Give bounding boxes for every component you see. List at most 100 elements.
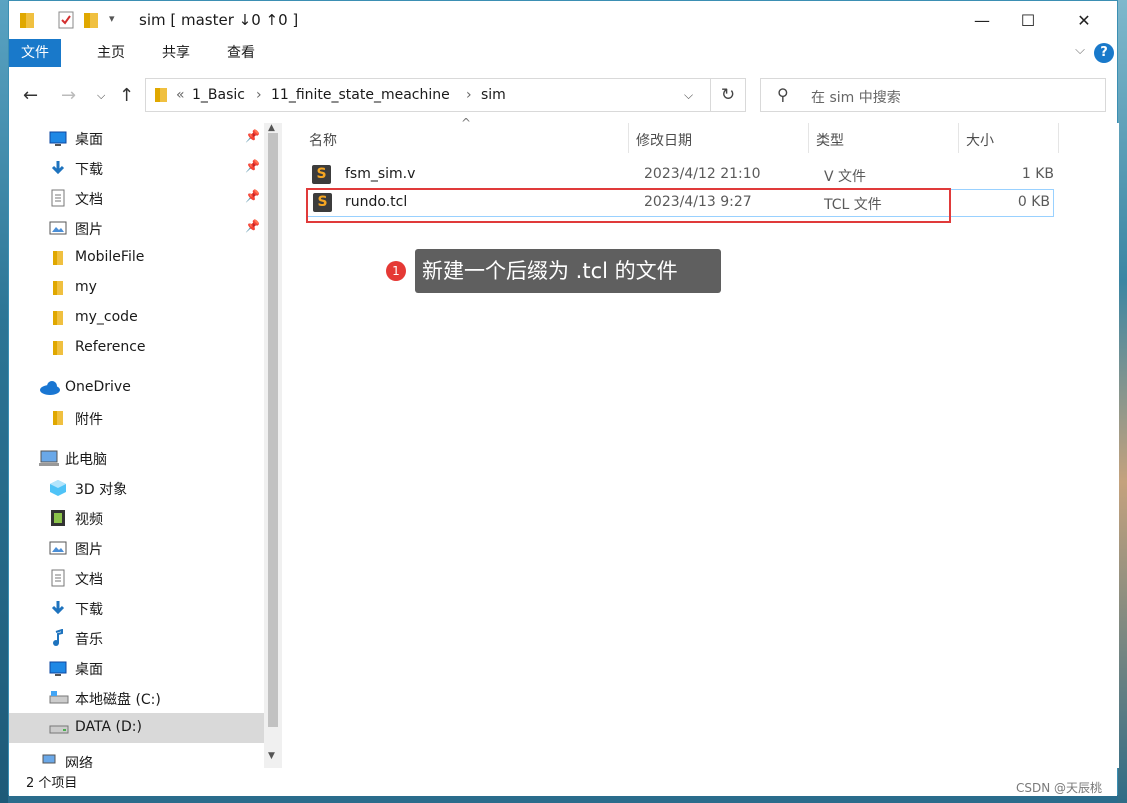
column-divider[interactable] [958, 123, 959, 153]
search-box[interactable]: ⚲ 在 sim 中搜索 [760, 78, 1106, 112]
maximize-button[interactable]: ☐ [1005, 1, 1051, 39]
tab-view[interactable]: 查看 [213, 39, 269, 67]
address-bar[interactable]: « 1_Basic › 11_finite_state_meachine › s… [145, 78, 711, 112]
address-dropdown-icon[interactable]: ⌵ [684, 88, 693, 103]
picture-icon [49, 219, 67, 237]
column-header-size[interactable]: 大小 [966, 130, 994, 150]
watermark: CSDN @天辰桃 [1015, 781, 1102, 795]
sidebar-item-label: 桌面 [75, 132, 103, 148]
sidebar-item-label: DATA (D:) [75, 719, 142, 735]
ribbon-tabs: 文件 主页 共享 查看 ⌵ ? [9, 39, 1117, 67]
sidebar-item[interactable]: 音乐 [9, 623, 264, 653]
sidebar-item[interactable]: my [9, 273, 264, 303]
sidebar-item[interactable]: 桌面 [9, 653, 264, 683]
desktop-icon [49, 659, 67, 677]
sidebar-item[interactable]: Reference [9, 333, 264, 363]
column-divider[interactable] [808, 123, 809, 153]
sidebar-item[interactable]: 此电脑 [9, 443, 264, 473]
sidebar-item-label: 附件 [75, 412, 103, 428]
refresh-button[interactable]: ↻ [710, 78, 746, 112]
refresh-icon: ↻ [720, 85, 736, 105]
explorer-window: ▾ sim [ master ↓0 ↑0 ] — ☐ ✕ 文件 主页 共享 查看… [8, 0, 1119, 796]
sidebar-item[interactable]: 桌面 📌 [9, 123, 264, 153]
quick-access-dropdown-icon[interactable]: ▾ [109, 12, 115, 25]
column-header-name[interactable]: 名称 [309, 130, 337, 150]
sidebar-item[interactable]: OneDrive [9, 373, 264, 403]
pin-icon[interactable]: 📌 [245, 129, 260, 143]
annotation-callout: 新建一个后缀为 .tcl 的文件 [415, 249, 721, 293]
navigation-bar: ← → ⌵ ↑ « 1_Basic › 11_finite_state_meac… [9, 67, 1117, 123]
document-icon [49, 569, 67, 587]
tab-home[interactable]: 主页 [83, 39, 139, 67]
navigation-pane: 桌面 📌 下载 📌 文档 📌 图片 📌 MobileFile my my_code Reference… [9, 123, 264, 768]
address-separator-icon[interactable]: › [466, 87, 472, 103]
forward-arrow-icon[interactable]: → [61, 85, 76, 106]
sidebar-item[interactable]: 图片 📌 [9, 213, 264, 243]
desktop-background-right [1118, 0, 1127, 803]
folder-icon [49, 309, 67, 327]
download-icon [49, 159, 67, 177]
download-icon [49, 599, 67, 617]
file-size: 0 KB [1017, 194, 1050, 210]
file-row[interactable]: S fsm_sim.v 2023/4/12 21:10 V 文件 1 KB [306, 161, 1054, 189]
music-icon [49, 628, 67, 647]
pin-icon[interactable]: 📌 [245, 159, 260, 173]
sidebar-item-label: 此电脑 [65, 452, 107, 468]
sidebar-item[interactable]: 3D 对象 [9, 473, 264, 503]
sidebar-item[interactable]: 视频 [9, 503, 264, 533]
sidebar-item-label: 视频 [75, 512, 103, 528]
sidebar-item-label: 文档 [75, 572, 103, 588]
sidebar-item[interactable]: 文档 [9, 563, 264, 593]
address-part-1-basic[interactable]: 1_Basic [192, 87, 245, 103]
column-divider[interactable] [628, 123, 629, 153]
up-arrow-icon[interactable]: ↑ [119, 85, 134, 106]
scrollbar-thumb[interactable] [268, 133, 278, 727]
address-overflow[interactable]: « [176, 87, 185, 103]
sidebar-item-label: 下载 [75, 162, 103, 178]
sidebar-item[interactable]: 文档 📌 [9, 183, 264, 213]
column-header-type[interactable]: 类型 [816, 130, 844, 150]
address-part-sim[interactable]: sim [481, 87, 506, 103]
scroll-up-icon[interactable]: ▲ [268, 123, 275, 133]
sidebar-item-label: 下载 [75, 602, 103, 618]
recent-dropdown-icon[interactable]: ⌵ [97, 89, 105, 103]
sidebar-item[interactable]: 下载 📌 [9, 153, 264, 183]
sidebar-item-label: 图片 [75, 222, 103, 238]
sidebar-item-label: 图片 [75, 542, 103, 558]
address-part-fsm[interactable]: 11_finite_state_meachine [271, 87, 450, 103]
sidebar-item[interactable]: 下载 [9, 593, 264, 623]
sidebar-item-label: MobileFile [75, 249, 145, 265]
sidebar-item-label: 音乐 [75, 632, 103, 648]
properties-icon[interactable] [57, 11, 75, 29]
help-icon[interactable]: ? [1094, 43, 1114, 63]
sidebar-item-label: 本地磁盘 (C:) [75, 692, 161, 708]
sidebar-item-label: my [75, 279, 97, 295]
navigation-pane-scrollbar[interactable]: ▲ ▼ [264, 123, 282, 768]
tab-share[interactable]: 共享 [148, 39, 204, 67]
address-separator-icon[interactable]: › [256, 87, 262, 103]
close-button[interactable]: ✕ [1061, 1, 1107, 39]
column-header-date[interactable]: 修改日期 [636, 130, 692, 150]
file-date: 2023/4/12 21:10 [644, 166, 761, 182]
folder-icon [49, 339, 67, 357]
minimize-button[interactable]: — [959, 1, 1005, 39]
file-size: 1 KB [1021, 166, 1054, 182]
tab-file[interactable]: 文件 [9, 39, 61, 67]
sidebar-item[interactable]: 附件 [9, 403, 264, 433]
new-folder-icon[interactable] [83, 11, 99, 29]
picture-icon [49, 539, 67, 557]
scroll-down-icon[interactable]: ▼ [268, 751, 275, 761]
column-divider[interactable] [1058, 123, 1059, 153]
highlight-box [306, 188, 951, 223]
sidebar-item[interactable]: MobileFile [9, 243, 264, 273]
sidebar-item[interactable]: DATA (D:) [9, 713, 264, 743]
ribbon-expand-icon[interactable]: ⌵ [1075, 43, 1085, 58]
sidebar-item[interactable]: 图片 [9, 533, 264, 563]
sidebar-item[interactable]: 网络 [9, 747, 264, 768]
sidebar-item[interactable]: 本地磁盘 (C:) [9, 683, 264, 713]
pin-icon[interactable]: 📌 [245, 189, 260, 203]
back-arrow-icon[interactable]: ← [23, 85, 38, 106]
pin-icon[interactable]: 📌 [245, 219, 260, 233]
sidebar-item-label: 网络 [65, 756, 93, 768]
sidebar-item[interactable]: my_code [9, 303, 264, 333]
